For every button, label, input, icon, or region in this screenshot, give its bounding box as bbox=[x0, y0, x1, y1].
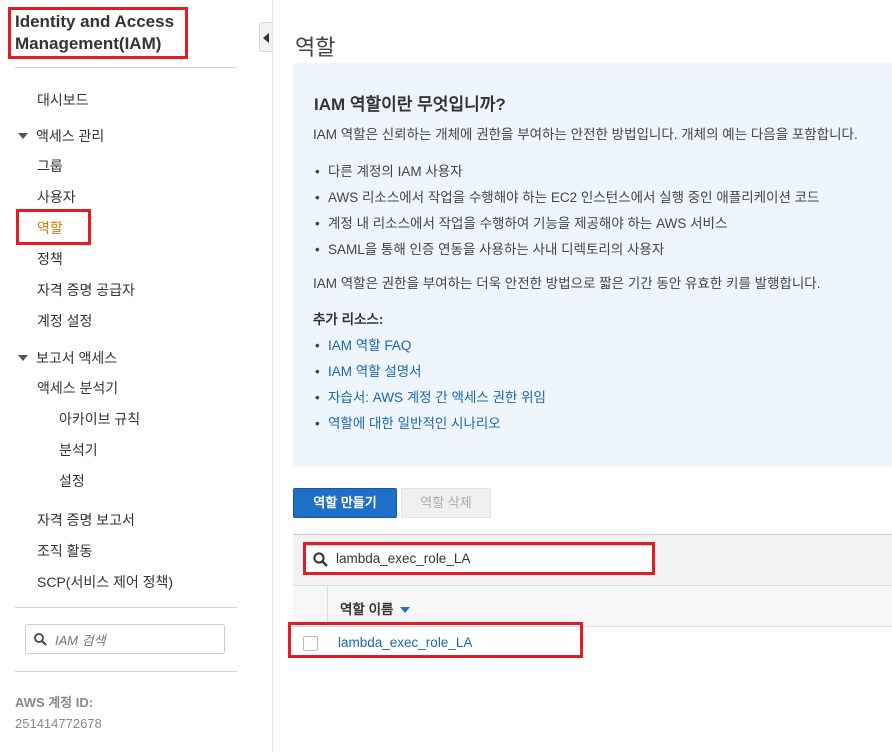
sort-desc-icon bbox=[400, 607, 411, 614]
sidebar-item-access-analyzer[interactable]: 액세스 분석기 bbox=[37, 378, 118, 398]
roles-table: lambda_exec_role_LA 역할 이름 lambda_exec_ro… bbox=[293, 534, 892, 665]
divider bbox=[15, 67, 237, 68]
select-column-header bbox=[293, 586, 328, 626]
role-name-link[interactable]: lambda_exec_role_LA bbox=[338, 635, 472, 650]
create-role-button[interactable]: 역할 만들기 bbox=[293, 488, 397, 518]
iam-search-input[interactable] bbox=[53, 629, 222, 651]
sidebar-item-scp[interactable]: SCP(서비스 제어 정책) bbox=[37, 572, 173, 592]
info-summary: IAM 역할은 권한을 부여하는 더욱 안전한 방법으로 짧은 기간 동안 유효… bbox=[313, 276, 821, 291]
account-id: 251414772678 bbox=[15, 716, 102, 731]
iam-search[interactable] bbox=[25, 624, 225, 654]
delete-role-button[interactable]: 역할 삭제 bbox=[401, 488, 491, 518]
caret-down-icon bbox=[18, 133, 28, 140]
search-icon bbox=[313, 552, 328, 567]
info-bullet: 계정 내 리소스에서 작업을 수행하여 기능을 제공해야 하는 AWS 서비스 bbox=[315, 212, 727, 232]
sidebar-collapse-button[interactable] bbox=[259, 22, 273, 52]
sidebar-item-account-settings[interactable]: 계정 설정 bbox=[37, 311, 92, 331]
sidebar-section-access-mgmt[interactable]: 액세스 관리 bbox=[18, 126, 104, 146]
info-bullet: AWS 리소스에서 작업을 수행해야 하는 EC2 인스턴스에서 실행 중인 애… bbox=[315, 186, 819, 206]
info-panel: IAM 역할이란 무엇입니까? IAM 역할은 신뢰하는 개체에 권한을 부여하… bbox=[293, 63, 892, 467]
app-title: Identity and Access Management(IAM) bbox=[15, 12, 175, 53]
link-common-scenarios[interactable]: 역할에 대한 일반적인 시나리오 bbox=[315, 412, 501, 432]
filter-bar: lambda_exec_role_LA bbox=[293, 535, 892, 586]
filter-value: lambda_exec_role_LA bbox=[336, 551, 471, 566]
table-row: lambda_exec_role_LA bbox=[293, 627, 892, 661]
search-icon bbox=[34, 633, 47, 646]
divider bbox=[15, 671, 237, 672]
sidebar-item-roles[interactable]: 역할 bbox=[37, 218, 63, 238]
info-intro: IAM 역할은 신뢰하는 개체에 권한을 부여하는 안전한 방법입니다. 개체의… bbox=[313, 127, 858, 142]
caret-down-icon bbox=[18, 355, 28, 362]
sidebar-item-credential-report[interactable]: 자격 증명 보고서 bbox=[37, 510, 135, 530]
column-header-role-name[interactable]: 역할 이름 bbox=[340, 598, 411, 618]
info-bullet: 다른 계정의 IAM 사용자 bbox=[315, 160, 463, 180]
link-roles-faq[interactable]: IAM 역할 FAQ bbox=[315, 334, 411, 354]
page-title: 역할 bbox=[295, 35, 336, 60]
sidebar-item-analyzer-settings[interactable]: 설정 bbox=[59, 471, 85, 491]
link-cross-account-tutorial[interactable]: 자습서: AWS 계정 간 액세스 권한 위임 bbox=[315, 386, 546, 406]
extra-resources-label: 추가 리소스: bbox=[313, 312, 384, 327]
divider bbox=[15, 607, 237, 608]
role-filter-input[interactable]: lambda_exec_role_LA bbox=[305, 545, 653, 573]
sidebar-item-archive-rules[interactable]: 아카이브 규칙 bbox=[59, 409, 140, 429]
sidebar-item-analyzers[interactable]: 분석기 bbox=[59, 440, 98, 460]
chevron-left-icon bbox=[263, 33, 269, 43]
sidebar-item-policies[interactable]: 정책 bbox=[37, 249, 63, 269]
sidebar-item-identity-providers[interactable]: 자격 증명 공급자 bbox=[37, 280, 135, 300]
sidebar-item-dashboard[interactable]: 대시보드 bbox=[37, 90, 89, 110]
table-header-row: 역할 이름 bbox=[293, 586, 892, 627]
sidebar-section-reports-access[interactable]: 보고서 액세스 bbox=[18, 348, 117, 368]
sidebar: Identity and Access Management(IAM) 대시보드… bbox=[0, 0, 258, 752]
link-roles-docs[interactable]: IAM 역할 설명서 bbox=[315, 360, 422, 380]
sidebar-item-users[interactable]: 사용자 bbox=[37, 187, 76, 207]
sidebar-item-org-activity[interactable]: 조직 활동 bbox=[37, 541, 92, 561]
account-id-label: AWS 계정 ID: bbox=[15, 695, 94, 710]
info-bullet: SAML을 통해 인증 연동을 사용하는 사내 디렉토리의 사용자 bbox=[315, 238, 664, 258]
sidebar-item-groups[interactable]: 그룹 bbox=[37, 156, 63, 176]
info-heading: IAM 역할이란 무엇입니까? bbox=[314, 95, 506, 114]
row-checkbox[interactable] bbox=[303, 636, 318, 651]
sidebar-divider bbox=[272, 0, 273, 752]
